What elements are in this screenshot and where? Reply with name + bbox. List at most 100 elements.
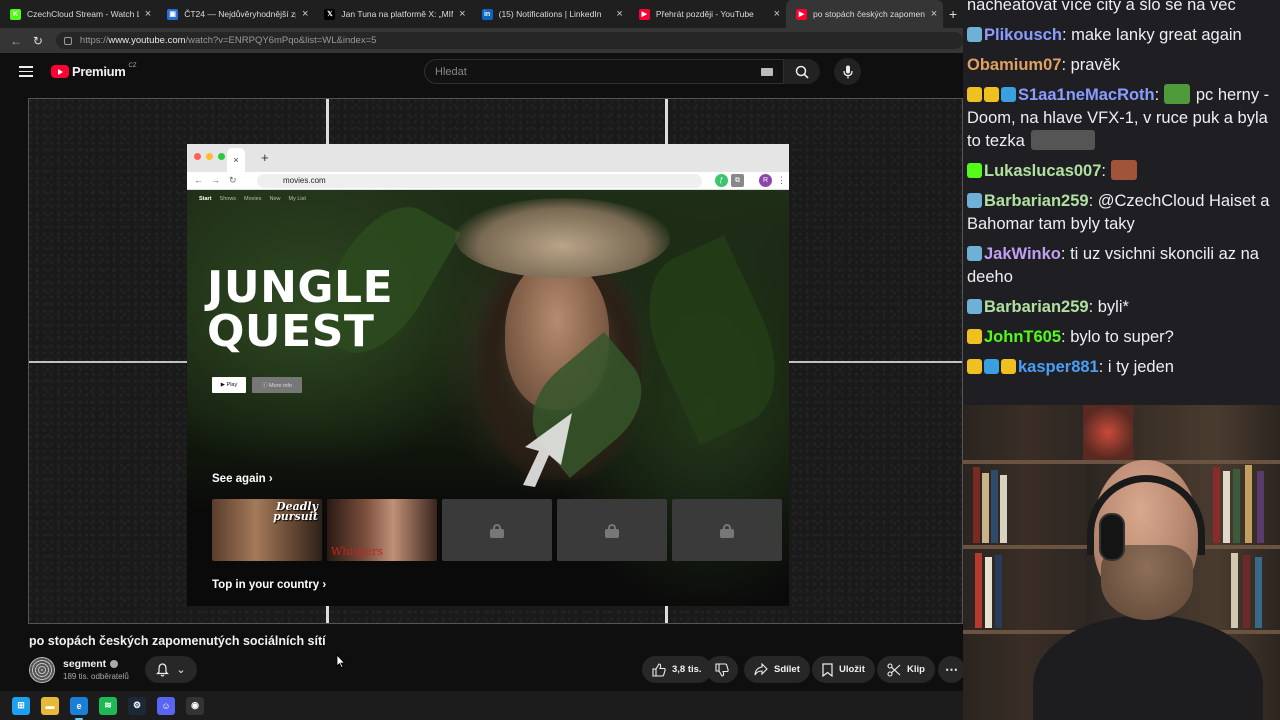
chat-username[interactable]: Barbarian259 [984, 192, 1089, 210]
search-button[interactable] [784, 59, 820, 84]
video-title: po stopách českých zapomenutých sociální… [29, 634, 326, 648]
see-again-label: See again › [212, 473, 273, 485]
video-player[interactable]: × + ← → ↻ movies.com ƒ ⧉ R ⋮ Start Shows… [28, 98, 963, 624]
leaf-decoration [624, 235, 789, 445]
close-tab-icon[interactable]: × [302, 8, 308, 20]
verified-icon [110, 660, 119, 669]
microphone-icon [842, 65, 853, 78]
chat-username[interactable]: Lukaslucas007 [984, 162, 1101, 180]
tab-title: ČT24 — Nejdůvěryhodnější zpravo [184, 9, 296, 19]
browser-tab[interactable]: ▶ Přehrát později - YouTube × [629, 0, 786, 28]
chat-badge-icon [984, 359, 999, 374]
browser-tab[interactable]: ▣ ČT24 — Nejdůvěryhodnější zpravo × [157, 0, 314, 28]
url-prefix: https:// [79, 35, 109, 46]
mock-nav-item: Movies [244, 196, 262, 202]
chat-username[interactable]: JakWinko [984, 245, 1061, 263]
url-field[interactable]: https://www.youtube.com/watch?v=ENRPQY6m… [55, 32, 964, 49]
thumbnail-title-line: pursuit [273, 510, 318, 523]
mock-nav-item: My List [288, 196, 306, 202]
chat-badge-icon [967, 299, 982, 314]
mock-url: movies.com [257, 174, 702, 188]
edge-icon[interactable]: e [70, 696, 88, 720]
clip-button[interactable]: Klip [877, 656, 935, 683]
book [1257, 471, 1264, 543]
discord-icon[interactable]: ☺ [157, 696, 175, 715]
site-info-icon[interactable] [63, 36, 72, 45]
chat-message: Barbarian259: @CzechCloud Haiset a Bahom… [967, 190, 1274, 236]
chat-username[interactable]: Plikousch [984, 26, 1062, 44]
thumbnail-title: Whispers [331, 545, 384, 558]
close-tab-icon[interactable]: × [931, 8, 937, 20]
browser-tab[interactable]: in (15) Notifications | LinkedIn × [472, 0, 629, 28]
subscriber-count: 189 tis. odběratelů [63, 672, 129, 681]
channel-avatar[interactable] [29, 657, 55, 683]
chat-username[interactable]: kasper881 [1018, 358, 1099, 376]
search-input[interactable]: Hledat [424, 59, 784, 84]
region-code: CZ [128, 62, 137, 69]
spotify-icon[interactable]: ≋ [99, 696, 117, 715]
browser-tab[interactable]: 𝕏 Jan Tuna na platformě X: „MIMOŘ × [314, 0, 471, 28]
mock-tab-close-icon: × [227, 148, 245, 172]
share-label: Sdílet [774, 664, 800, 675]
youtube-icon: ▶ [638, 8, 650, 20]
dislike-button[interactable] [706, 656, 738, 683]
youtube-premium-logo[interactable]: Premium CZ [51, 62, 137, 79]
locked-thumbnail [672, 499, 782, 561]
chat-username[interactable]: Barbarian259 [984, 298, 1089, 316]
mock-profile-avatar: R [759, 174, 772, 187]
chat-username[interactable]: Obamium07 [967, 56, 1061, 74]
reload-icon[interactable]: ↻ [30, 33, 46, 49]
keyboard-icon[interactable] [761, 68, 773, 76]
close-tab-icon[interactable]: × [145, 8, 151, 20]
kick-icon: K [10, 8, 21, 20]
mock-extension-icon: ƒ [715, 174, 728, 187]
chat-username[interactable]: S1aa1neMacRoth [1018, 86, 1155, 104]
decorative-line [326, 605, 329, 623]
chat-badge-icon [967, 329, 982, 344]
like-button[interactable]: 3,8 tis. [642, 656, 712, 683]
save-button[interactable]: Uložit [812, 656, 875, 683]
url-path: /watch?v=ENRPQY6mPqo&list=WL&index=5 [185, 35, 377, 46]
chat-text: i ty jeden [1107, 358, 1174, 376]
book [982, 473, 989, 543]
webcam-feed [963, 405, 1280, 720]
decorative-line [665, 605, 668, 623]
chat-badge-icon [967, 163, 982, 178]
notification-bell-button[interactable]: ⌄ [145, 656, 197, 683]
top-in-country-text: Top in your country [212, 579, 320, 591]
close-tab-icon[interactable]: × [774, 8, 780, 20]
youtube-play-icon [51, 65, 69, 78]
chat-separator: : [1154, 86, 1164, 104]
share-button[interactable]: Sdílet [744, 656, 810, 683]
chat-badge-icon [1001, 87, 1016, 102]
close-tab-icon[interactable]: × [459, 8, 465, 20]
voice-search-button[interactable] [834, 58, 861, 85]
more-actions-button[interactable]: ⋯ [938, 656, 965, 683]
mock-menu-icon: ⋮ [777, 175, 786, 185]
book [1233, 469, 1240, 543]
file-explorer-icon[interactable]: ▬ [41, 696, 59, 715]
chat-username[interactable]: JohnT605 [984, 328, 1061, 346]
minimize-dot-icon [206, 153, 213, 160]
chat-separator: : [1061, 56, 1071, 74]
thumbs-up-icon [652, 662, 666, 677]
shelf [963, 460, 1280, 464]
menu-icon[interactable] [19, 66, 33, 78]
chat-separator: : [1060, 245, 1071, 263]
chat-separator: : [1061, 26, 1072, 44]
youtube-header: Premium CZ Hledat [0, 53, 963, 93]
browser-tab[interactable]: ▶ po stopách českých zapomenutých × [786, 0, 944, 28]
windows-start-icon[interactable]: ⊞ [12, 696, 30, 715]
browser-tab[interactable]: K CzechCloud Stream - Watch Live o × [0, 0, 157, 28]
steam-icon[interactable]: ⚙ [128, 696, 146, 715]
back-arrow-icon[interactable]: ← [8, 33, 24, 49]
clip-label: Klip [907, 664, 925, 675]
top-in-country-label: Top in your country › [212, 579, 327, 591]
obs-icon[interactable]: ◉ [186, 696, 204, 715]
chat-badge-icon [967, 87, 982, 102]
channel-name[interactable]: segment [63, 658, 119, 670]
browser-tab-strip: K CzechCloud Stream - Watch Live o × ▣ ČT24 … [0, 0, 963, 28]
headset-earcup [1099, 513, 1125, 561]
close-tab-icon[interactable]: × [616, 8, 622, 20]
new-tab-icon[interactable]: + [943, 0, 963, 28]
